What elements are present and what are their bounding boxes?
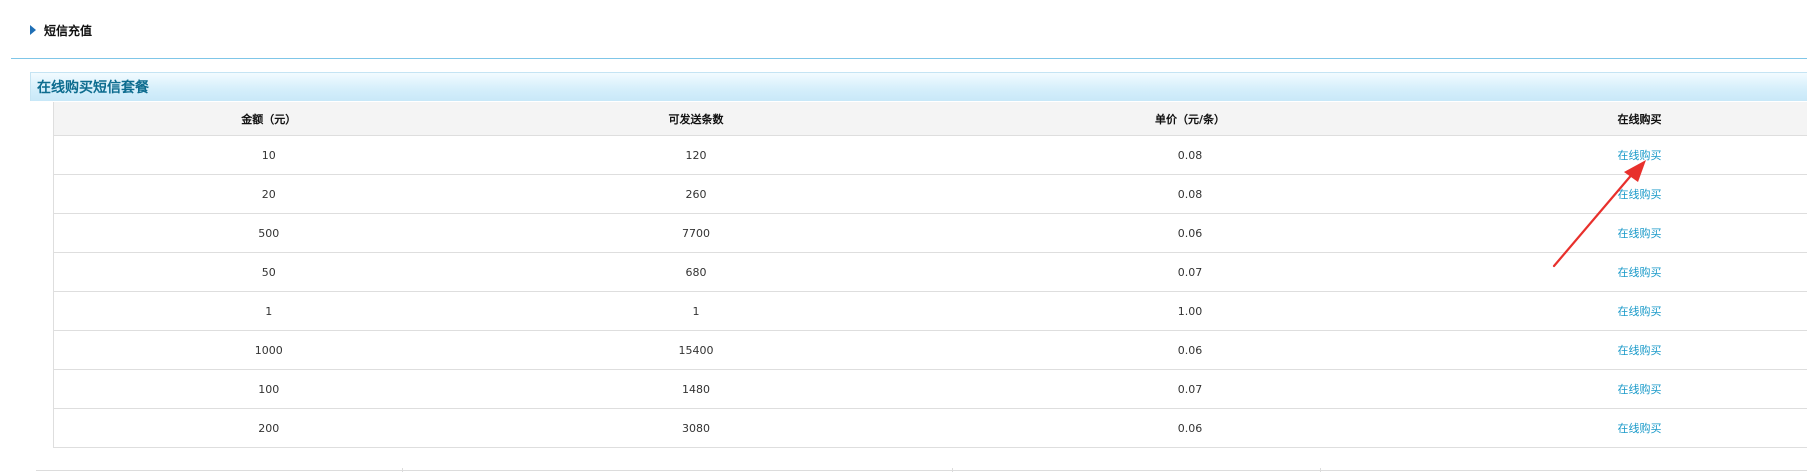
buy-online-link[interactable]: 在线购买 [1618,383,1662,396]
table-row: 500 7700 0.06 在线购买 [53,213,1807,253]
price-cell: 0.06 [908,213,1472,253]
header-divider [11,58,1807,59]
column-header-buy: 在线购买 [1471,102,1807,136]
price-cell: 0.08 [908,135,1472,175]
price-cell: 0.07 [908,369,1472,409]
page-title: 短信充值 [44,23,93,38]
column-header-price: 单价（元/条） [908,102,1472,136]
buy-cell: 在线购买 [1471,174,1807,214]
buy-online-link[interactable]: 在线购买 [1618,227,1662,240]
buy-online-link[interactable]: 在线购买 [1618,188,1662,201]
buy-cell: 在线购买 [1471,408,1807,448]
buy-cell: 在线购买 [1471,213,1807,253]
count-cell: 680 [483,252,909,292]
count-cell: 1480 [483,369,909,409]
table-row: 20 260 0.08 在线购买 [53,174,1807,214]
table-row: 200 3080 0.06 在线购买 [53,408,1807,448]
buy-cell: 在线购买 [1471,369,1807,409]
triangle-right-icon [30,25,36,35]
amount-cell: 1000 [53,330,484,370]
table-row: 1000 15400 0.06 在线购买 [53,330,1807,370]
price-cell: 0.06 [908,408,1472,448]
page-header: 短信充值 [30,20,92,40]
amount-cell: 1 [53,291,484,331]
price-cell: 1.00 [908,291,1472,331]
buy-cell: 在线购买 [1471,291,1807,331]
amount-cell: 200 [53,408,484,448]
bottom-border [36,468,1807,472]
table-row: 100 1480 0.07 在线购买 [53,369,1807,409]
table-row: 10 120 0.08 在线购买 [53,135,1807,175]
buy-online-link[interactable]: 在线购买 [1618,422,1662,435]
column-header-amount: 金额（元） [53,102,484,136]
section-bar: 在线购买短信套餐 [30,72,1807,101]
count-cell: 260 [483,174,909,214]
buy-cell: 在线购买 [1471,135,1807,175]
count-cell: 120 [483,135,909,175]
count-cell: 15400 [483,330,909,370]
amount-cell: 100 [53,369,484,409]
price-cell: 0.08 [908,174,1472,214]
amount-cell: 20 [53,174,484,214]
count-cell: 3080 [483,408,909,448]
table-row: 1 1 1.00 在线购买 [53,291,1807,331]
package-table: 金额（元） 可发送条数 单价（元/条） 在线购买 10 120 0.08 在线购… [53,102,1807,448]
buy-cell: 在线购买 [1471,330,1807,370]
count-cell: 1 [483,291,909,331]
section-title: 在线购买短信套餐 [37,80,149,96]
buy-online-link[interactable]: 在线购买 [1618,344,1662,357]
buy-online-link[interactable]: 在线购买 [1618,305,1662,318]
count-cell: 7700 [483,213,909,253]
amount-cell: 500 [53,213,484,253]
table-header-row: 金额（元） 可发送条数 单价（元/条） 在线购买 [53,102,1807,136]
amount-cell: 10 [53,135,484,175]
price-cell: 0.07 [908,252,1472,292]
buy-online-link[interactable]: 在线购买 [1618,266,1662,279]
buy-online-link[interactable]: 在线购买 [1618,149,1662,162]
column-header-count: 可发送条数 [483,102,909,136]
price-cell: 0.06 [908,330,1472,370]
amount-cell: 50 [53,252,484,292]
buy-cell: 在线购买 [1471,252,1807,292]
table-row: 50 680 0.07 在线购买 [53,252,1807,292]
